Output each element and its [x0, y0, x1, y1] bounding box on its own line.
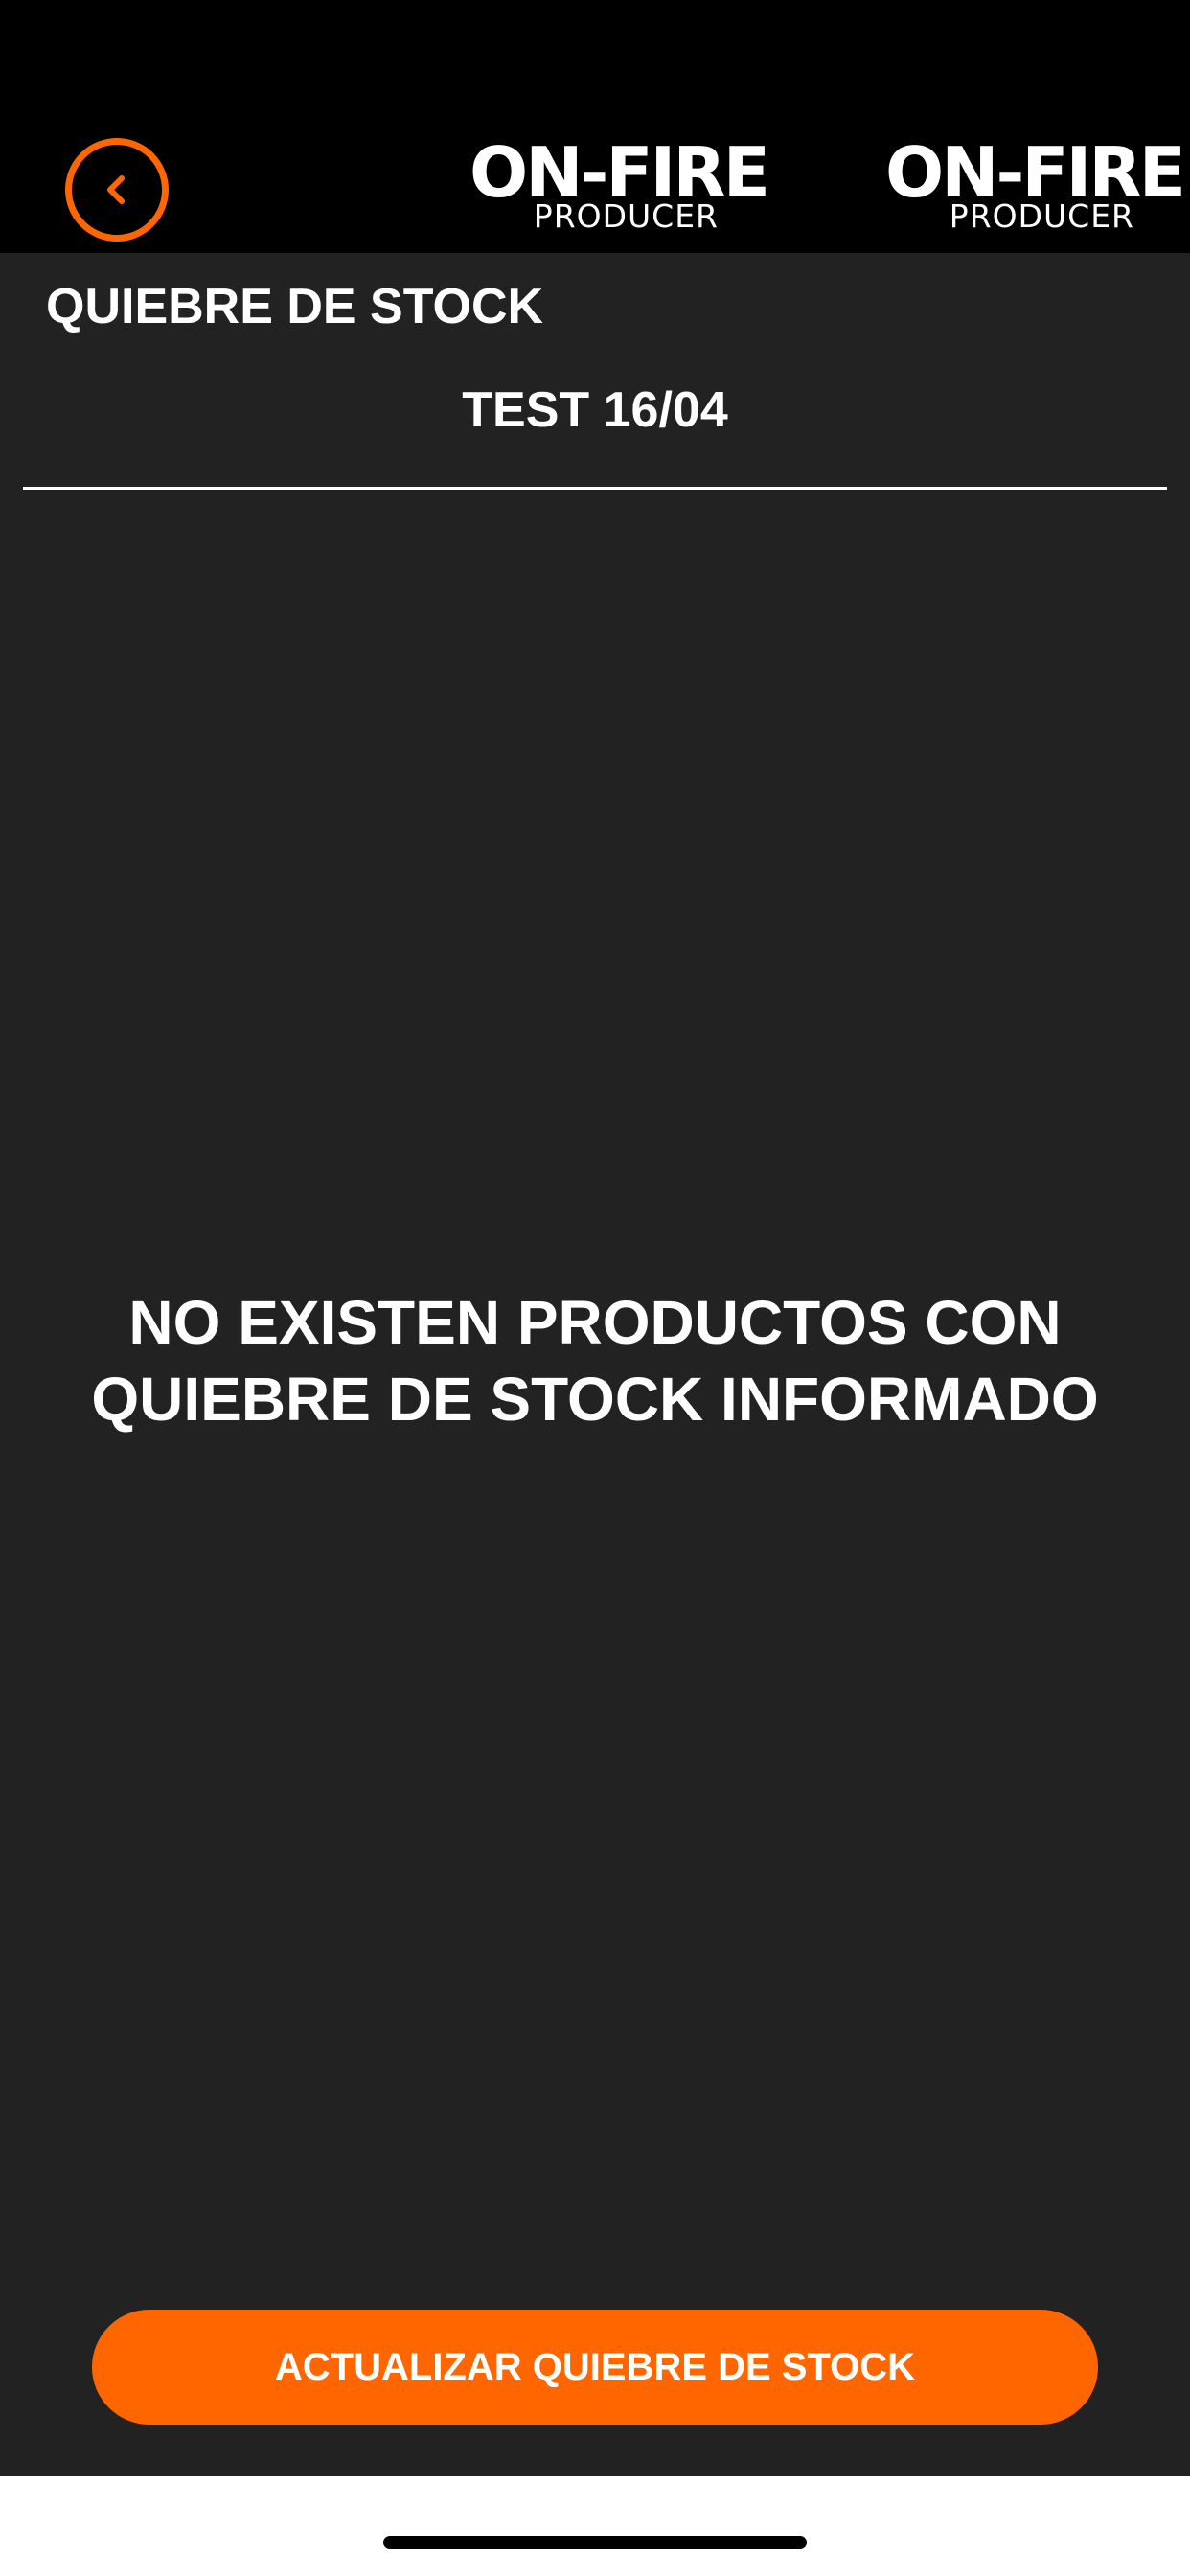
page-title: QUIEBRE DE STOCK [46, 279, 544, 334]
event-name: TEST 16/04 [462, 382, 728, 438]
app-header: ON-FIRE PRODUCER ON-FIRE PRODUCER [0, 0, 1190, 253]
chevron-left-icon [107, 175, 125, 204]
home-indicator-area [0, 2476, 1190, 2576]
on-fire-producer-logo-secondary: ON-FIRE PRODUCER [885, 134, 1186, 249]
home-indicator[interactable] [383, 2536, 807, 2549]
empty-state-message: NO EXISTEN PRODUCTOS CON QUIEBRE DE STOC… [91, 1288, 1099, 1434]
logo-sub-text: PRODUCER [533, 197, 719, 235]
back-button[interactable] [65, 138, 169, 242]
divider [23, 487, 1167, 490]
logo-sub-text: PRODUCER [949, 197, 1134, 235]
update-stock-break-button[interactable]: ACTUALIZAR QUIEBRE DE STOCK [92, 2310, 1098, 2425]
on-fire-producer-logo: ON-FIRE PRODUCER [469, 134, 770, 249]
